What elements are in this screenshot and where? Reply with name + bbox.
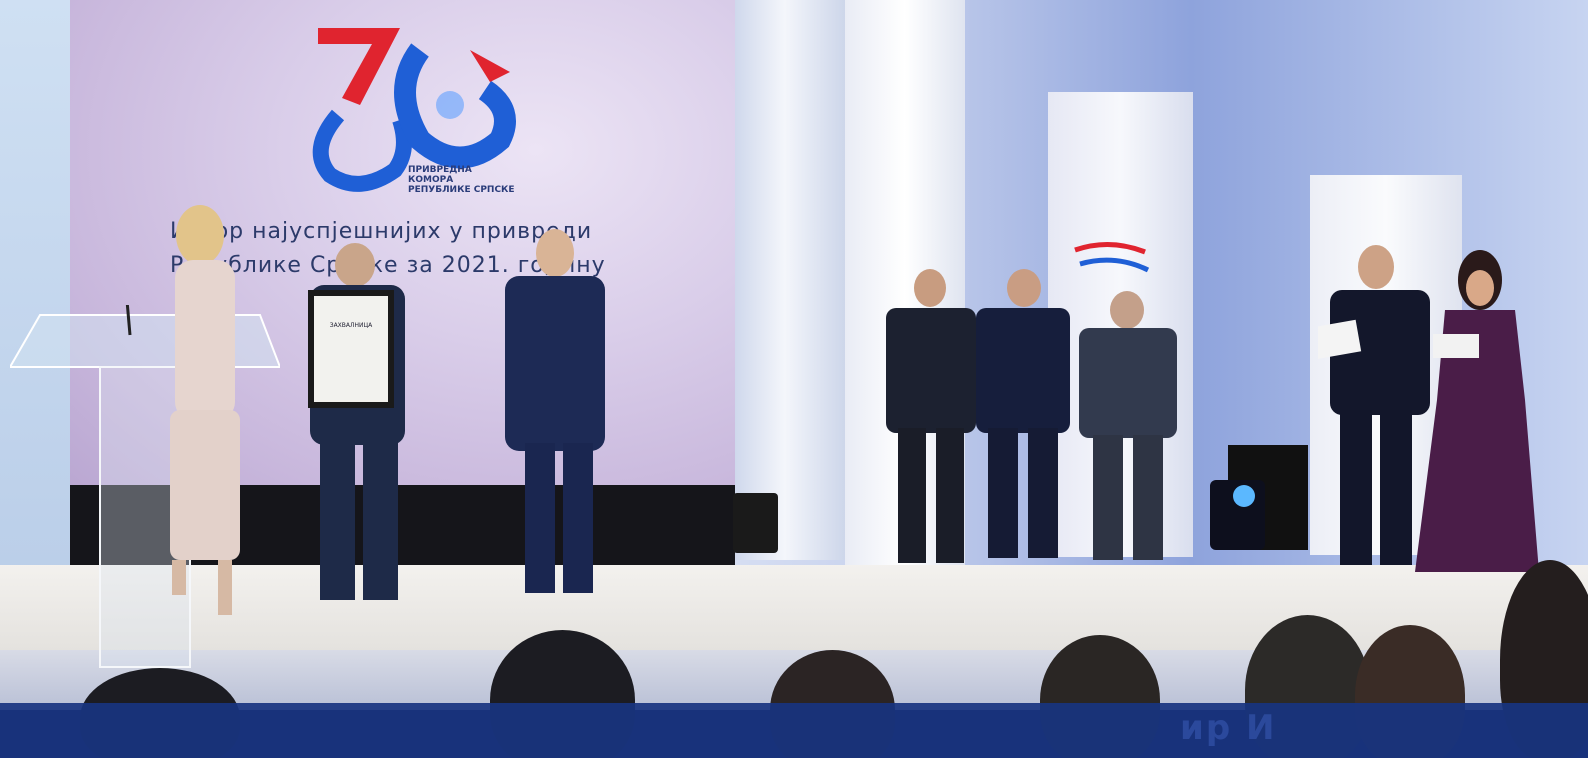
logo-subtitle-line2: РЕПУБЛИКЕ СРПСКЕ xyxy=(408,185,515,195)
guest-man-2 xyxy=(976,269,1070,558)
award-ceremony-photo: ПРИВРЕДНА КОМОРА РЕПУБЛИКЕ СРПСКЕ Избор … xyxy=(0,0,1588,758)
stage-pillar xyxy=(735,0,845,560)
certificate-frame: ЗАХВАЛНИЦА xyxy=(308,290,394,408)
presenter-woman-gown xyxy=(1415,250,1539,572)
caption-partial-text: ир И xyxy=(1180,708,1277,748)
floor-monitor xyxy=(733,493,778,553)
host-man xyxy=(505,229,605,593)
certificate-title: ЗАХВАЛНИЦА xyxy=(314,296,388,402)
logo-subtitle-line1: ПРИВРЕДНА КОМОРА xyxy=(408,165,472,185)
logo-subtitle: ПРИВРЕДНА КОМОРА РЕПУБЛИКЕ СРПСКЕ xyxy=(408,165,520,195)
stage-light-lens xyxy=(1233,485,1255,507)
guest-man-3 xyxy=(1079,291,1177,560)
guest-man-1 xyxy=(886,269,976,563)
presenter-woman xyxy=(170,205,240,615)
caption-bar xyxy=(0,703,1588,758)
